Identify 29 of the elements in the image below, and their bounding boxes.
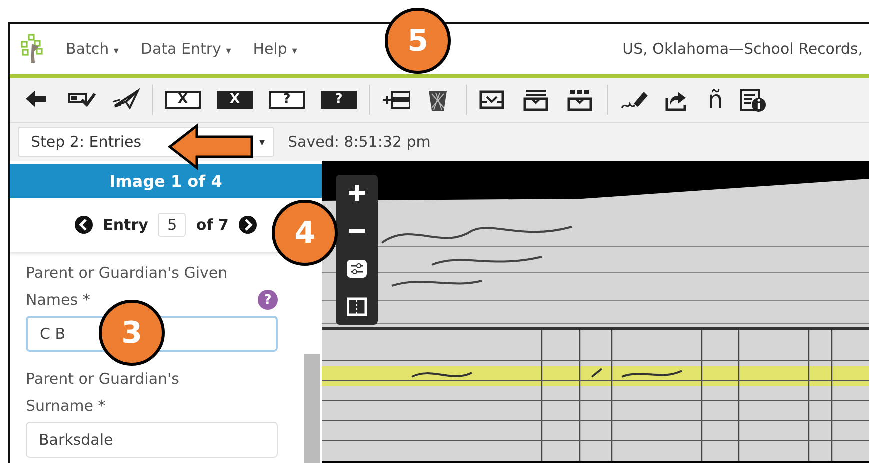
add-row-icon[interactable]: [382, 88, 410, 112]
flag-filled-icon[interactable]: ?: [321, 91, 357, 109]
menu-item[interactable]: Help ▾: [253, 40, 298, 58]
info-icon[interactable]: [739, 88, 768, 112]
saved-time: Saved: 8:51:32 pm: [288, 133, 431, 151]
help-icon[interactable]: ?: [258, 290, 278, 310]
menu-item[interactable]: Batch ▾: [66, 40, 119, 58]
entry-count: of 7: [196, 216, 229, 234]
image-header: Image 1 of 4: [10, 164, 322, 198]
text-field[interactable]: Barksdale: [26, 422, 278, 458]
zoom-in-icon[interactable]: [347, 183, 367, 203]
scrollbar[interactable]: [304, 354, 320, 463]
flag-filled-icon[interactable]: X: [217, 91, 253, 109]
entry-label: Entry: [103, 216, 148, 234]
menu-item[interactable]: Data Entry ▾: [140, 40, 232, 58]
collection-title: US, Oklahoma—School Records,: [622, 40, 863, 58]
entry-number-field[interactable]: 5: [158, 213, 186, 237]
field-label: Parent or Guardian's Surname *: [26, 369, 180, 417]
flag-icon[interactable]: ?: [269, 91, 305, 109]
next-icon[interactable]: [238, 216, 257, 234]
tray-list-icon[interactable]: [523, 88, 551, 112]
inbox-icon[interactable]: [479, 88, 507, 112]
paper-plane-icon[interactable]: [112, 88, 140, 112]
sliders-icon[interactable]: [347, 259, 367, 279]
flag-icon[interactable]: X: [165, 91, 201, 109]
logo-icon: [20, 34, 46, 64]
previous-icon[interactable]: [75, 216, 94, 234]
split-view-icon[interactable]: [347, 297, 367, 317]
tray-grid-icon[interactable]: [567, 88, 595, 112]
